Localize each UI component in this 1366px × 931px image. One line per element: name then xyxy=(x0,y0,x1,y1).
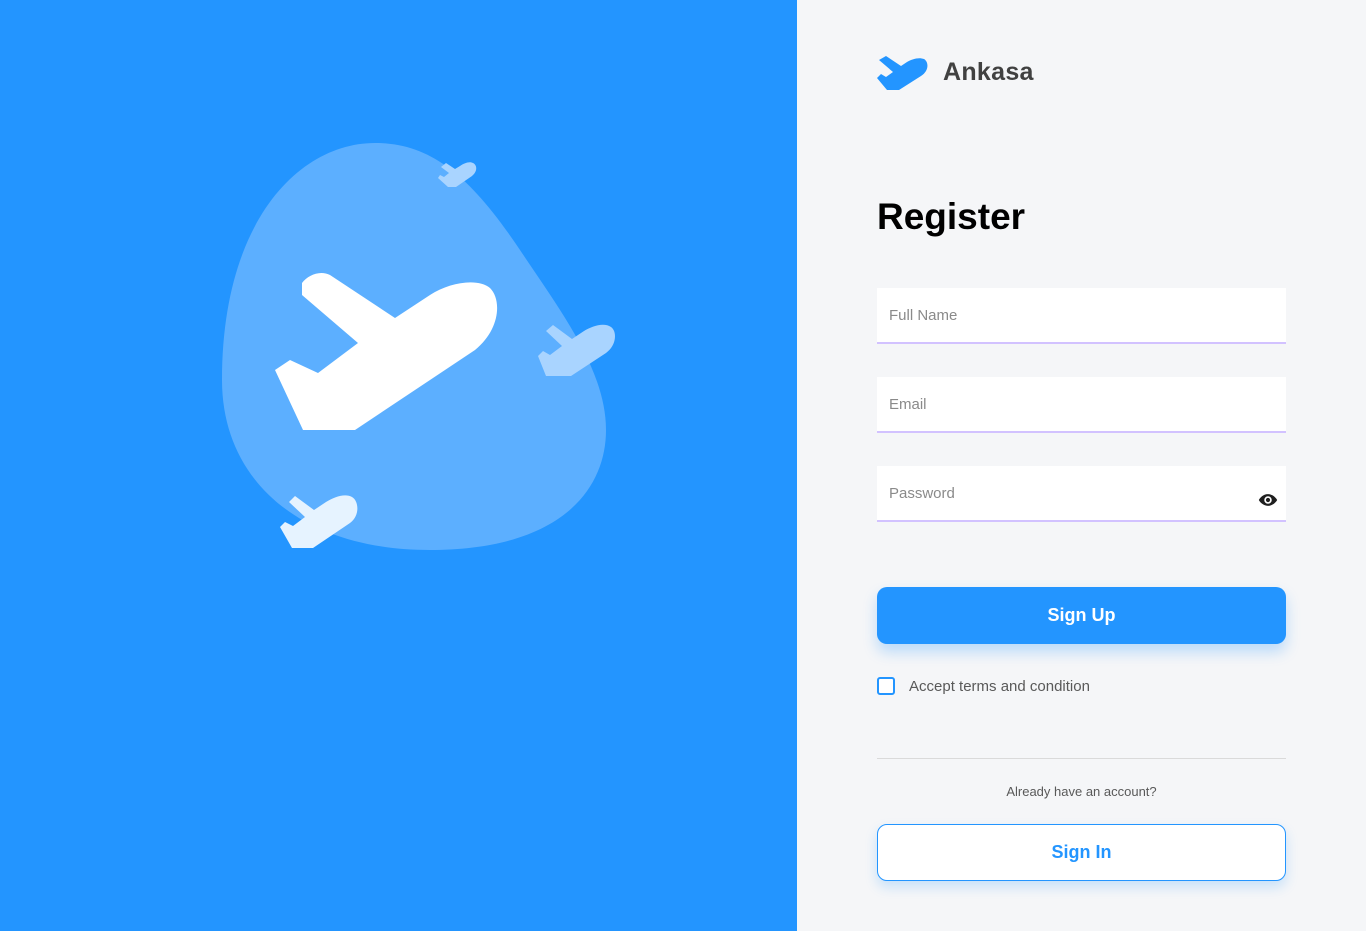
fullname-input[interactable] xyxy=(877,288,1286,342)
terms-row: Accept terms and condition xyxy=(877,677,1090,695)
register-panel: Ankasa Register Sign Up Accept terms and… xyxy=(797,0,1366,931)
brand: Ankasa xyxy=(877,52,1034,92)
sign-in-button[interactable]: Sign In xyxy=(877,824,1286,881)
password-field xyxy=(877,466,1286,522)
already-have-account-text: Already have an account? xyxy=(1006,784,1157,799)
plane-logo-icon xyxy=(877,56,928,90)
planes-illustration xyxy=(222,143,616,550)
terms-checkbox[interactable] xyxy=(877,677,895,695)
email-field xyxy=(877,377,1286,433)
brand-name: Ankasa xyxy=(943,57,1034,86)
divider xyxy=(877,758,1286,759)
terms-label[interactable]: Accept terms and condition xyxy=(909,678,1090,695)
page-title: Register xyxy=(877,196,1026,237)
password-input[interactable] xyxy=(877,466,1286,520)
fullname-field xyxy=(877,288,1286,344)
eye-icon[interactable] xyxy=(1258,490,1278,510)
email-input[interactable] xyxy=(877,377,1286,431)
hero-panel xyxy=(0,0,797,931)
sign-up-button[interactable]: Sign Up xyxy=(877,587,1286,644)
